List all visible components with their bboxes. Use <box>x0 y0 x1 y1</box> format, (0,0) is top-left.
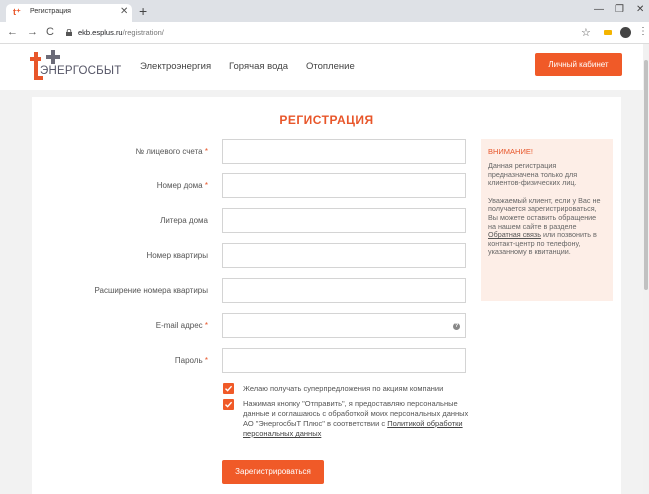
browser-tab[interactable]: t⁺ Регистрация ✕ <box>6 4 132 22</box>
url-path: /registration/ <box>122 28 164 37</box>
house-number-input[interactable] <box>222 173 466 198</box>
email-input[interactable] <box>222 313 466 338</box>
bookmark-star-icon[interactable]: ☆ <box>581 26 591 39</box>
scrollbar-thumb[interactable] <box>644 60 648 290</box>
apartment-extension-label: Расширение номера квартиры <box>94 286 208 295</box>
nav-hot-water[interactable]: Горячая вода <box>229 61 288 72</box>
site-header: ЭНЕРГОСБЫТ Электроэнергия Горячая вода О… <box>0 44 649 90</box>
apartment-extension-input[interactable] <box>222 278 466 303</box>
browser-tabstrip: t⁺ Регистрация ✕ + — ❐ ✕ <box>0 0 649 22</box>
nav-heating[interactable]: Отопление <box>306 61 355 72</box>
password-label: Пароль * <box>174 356 208 365</box>
registration-card: РЕГИСТРАЦИЯ № лицевого счета * Номер дом… <box>32 97 621 494</box>
browser-toolbar: ← → C ekb.esplus.ru/registration/ ☆ ⋮ <box>0 22 649 44</box>
new-tab-icon[interactable]: + <box>139 3 147 19</box>
page-title: РЕГИСТРАЦИЯ <box>279 113 374 127</box>
house-letter-label: Литера дома <box>160 216 208 225</box>
restore-icon[interactable]: ❐ <box>615 4 624 15</box>
offers-checkbox[interactable] <box>223 383 234 394</box>
profile-avatar-icon[interactable] <box>620 27 631 38</box>
site-favicon-icon: t⁺ <box>13 7 21 17</box>
notice-text-contact: Уважаемый клиент, если у Вас не получает… <box>488 195 601 257</box>
forward-icon[interactable]: → <box>27 26 38 38</box>
tab-close-icon[interactable]: ✕ <box>120 6 128 17</box>
email-label: E-mail адрес * <box>155 321 208 330</box>
attention-notice: ВНИМАНИЕ! Данная регистрация предназначе… <box>481 139 613 301</box>
account-number-label: № лицевого счета * <box>135 147 208 156</box>
lock-icon <box>66 29 72 36</box>
consent-checkbox[interactable] <box>223 399 234 410</box>
window-close-icon[interactable]: ✕ <box>636 4 644 15</box>
register-button[interactable]: Зарегистрироваться <box>222 460 324 484</box>
checkmark-icon <box>225 401 233 408</box>
back-icon[interactable]: ← <box>7 26 18 38</box>
nav-electricity[interactable]: Электроэнергия <box>140 61 211 72</box>
url-host: ekb.esplus.ru <box>78 28 123 37</box>
reload-icon[interactable]: C <box>46 26 54 38</box>
password-input[interactable] <box>222 348 466 373</box>
notice-text-individuals: Данная регистрация предназначена только … <box>488 161 578 188</box>
personal-cabinet-button[interactable]: Личный кабинет <box>535 53 622 76</box>
house-letter-input[interactable] <box>222 208 466 233</box>
email-help-icon[interactable]: ? <box>453 323 460 330</box>
account-number-input[interactable] <box>222 139 466 164</box>
logo-text: ЭНЕРГОСБЫТ <box>40 65 122 77</box>
checkmark-icon <box>225 385 233 392</box>
tab-title: Регистрация <box>30 8 71 15</box>
apartment-number-label: Номер квартиры <box>146 251 208 260</box>
browser-menu-icon[interactable]: ⋮ <box>638 26 648 37</box>
notice-title: ВНИМАНИЕ! <box>488 147 533 156</box>
address-bar[interactable]: ekb.esplus.ru/registration/ <box>78 28 164 37</box>
minimize-icon[interactable]: — <box>594 4 604 15</box>
extension-icon[interactable] <box>604 30 612 35</box>
consent-checkbox-label: Нажимая кнопку "Отправить", я предоставл… <box>243 399 469 438</box>
house-number-label: Номер дома * <box>156 181 208 190</box>
offers-checkbox-label: Желаю получать суперпредложения по акция… <box>243 384 444 393</box>
apartment-number-input[interactable] <box>222 243 466 268</box>
